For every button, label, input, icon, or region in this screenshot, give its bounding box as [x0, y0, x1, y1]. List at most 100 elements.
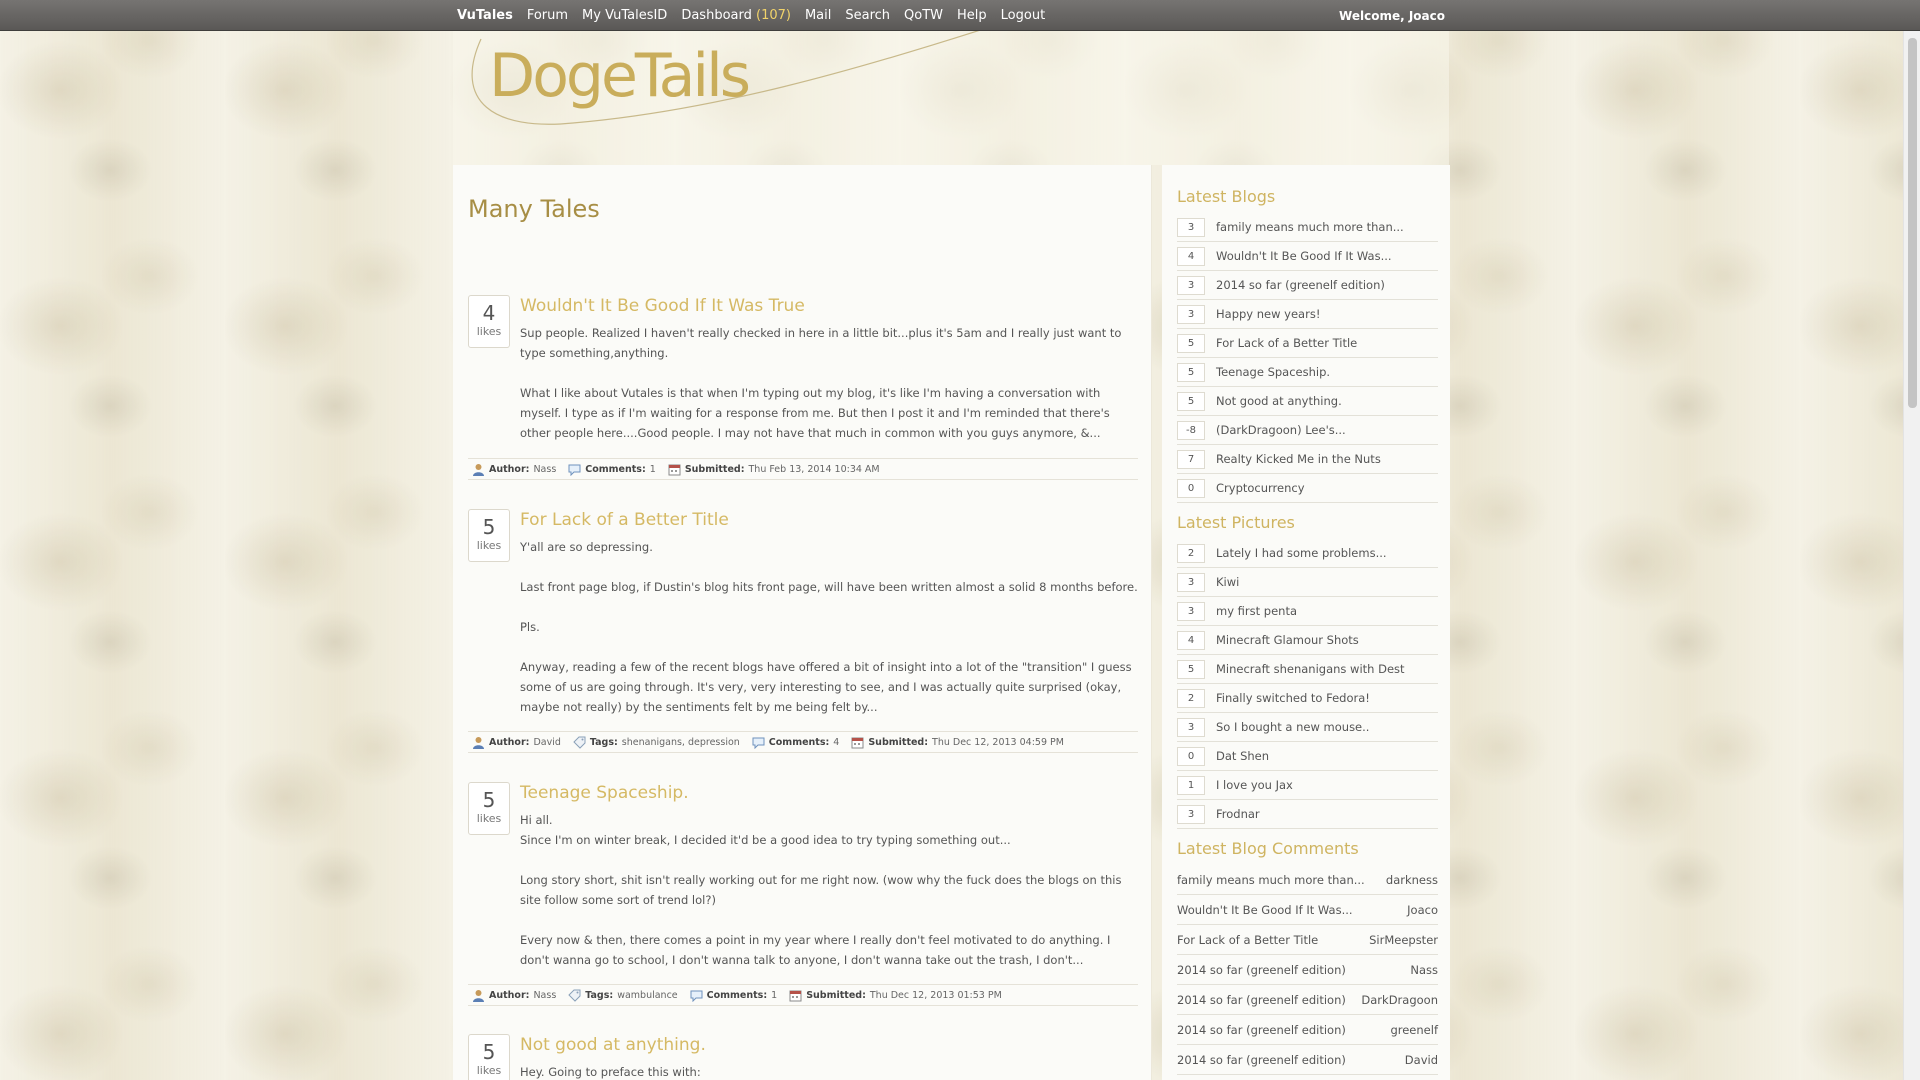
list-item-title[interactable]: Not good at anything. — [1216, 394, 1342, 408]
comment-user[interactable]: DarkDragoon — [1361, 993, 1438, 1007]
list-item[interactable]: 0 Cryptocurrency — [1177, 474, 1438, 503]
list-item-title[interactable]: Happy new years! — [1216, 307, 1320, 321]
list-item-title[interactable]: Frodnar — [1216, 807, 1260, 821]
post-title-link[interactable]: Wouldn't It Be Good If It Was True — [520, 295, 1138, 317]
meta-comments-count[interactable]: 1 — [771, 990, 777, 1001]
comment-row[interactable]: 2014 so far (greenelf edition) David — [1177, 1045, 1438, 1075]
nav-logout-link[interactable]: Logout — [1001, 8, 1046, 23]
list-item-title[interactable]: Cryptocurrency — [1216, 481, 1305, 495]
list-item-title[interactable]: (DarkDragoon) Lee's... — [1216, 423, 1346, 437]
meta-comments-count[interactable]: 1 — [650, 464, 656, 475]
like-counter[interactable]: 4 likes — [468, 295, 510, 348]
list-item-title[interactable]: Teenage Spaceship. — [1216, 365, 1330, 379]
meta-author-name[interactable]: Nass — [533, 464, 556, 475]
meta-comments-count[interactable]: 4 — [833, 737, 839, 748]
comment-row[interactable]: Wouldn't It Be Good If It Was... Joaco — [1177, 895, 1438, 925]
page-scrollbar[interactable] — [1903, 0, 1920, 1080]
scrollbar-thumb[interactable] — [1908, 38, 1917, 408]
like-count-badge: 5 — [1177, 362, 1205, 382]
like-counter[interactable]: 5 likes — [468, 1034, 510, 1080]
list-item[interactable]: -8 (DarkDragoon) Lee's... — [1177, 416, 1438, 445]
list-item-title[interactable]: my first penta — [1216, 604, 1297, 618]
list-item-title[interactable]: Finally switched to Fedora! — [1216, 691, 1370, 705]
meta-tags: Tags: shenanigans, depression — [573, 736, 740, 749]
comment-blog-title[interactable]: 2014 so far (greenelf edition) — [1177, 963, 1346, 977]
list-item[interactable]: 0 Dat Shen — [1177, 742, 1438, 771]
comment-blog-title[interactable]: 2014 so far (greenelf edition) — [1177, 1053, 1346, 1067]
comment-row[interactable]: 2014 so far (greenelf edition) greenelf — [1177, 1015, 1438, 1045]
meta-tags-list[interactable]: wambulance — [617, 990, 677, 1001]
list-item[interactable]: 2 Lately I had some problems... — [1177, 539, 1438, 568]
list-item-title[interactable]: So I bought a new mouse.. — [1216, 720, 1369, 734]
list-item-title[interactable]: Kiwi — [1216, 575, 1239, 589]
list-item[interactable]: 3 my first penta — [1177, 597, 1438, 626]
comment-user[interactable]: SirMeepster — [1369, 933, 1438, 947]
list-item[interactable]: 7 Realty Kicked Me in the Nuts — [1177, 445, 1438, 474]
post-title-link[interactable]: For Lack of a Better Title — [520, 509, 1138, 531]
list-item-title[interactable]: Lately I had some problems... — [1216, 546, 1387, 560]
comment-user[interactable]: Joaco — [1407, 903, 1438, 917]
comment-row[interactable]: 2014 so far (greenelf edition) Nass — [1177, 955, 1438, 985]
list-item[interactable]: 3 Kiwi — [1177, 568, 1438, 597]
meta-author-name[interactable]: David — [533, 737, 560, 748]
comment-row[interactable]: 2014 so far (greenelf edition) DarkDragoo… — [1177, 985, 1438, 1015]
post-title-link[interactable]: Teenage Spaceship. — [520, 782, 1138, 804]
list-item-title[interactable]: Wouldn't It Be Good If It Was... — [1216, 249, 1392, 263]
comment-user[interactable]: darkness — [1386, 873, 1438, 887]
nav-dashboard-label: Dashboard — [681, 8, 752, 23]
list-item[interactable]: 5 Minecraft shenanigans with Dest — [1177, 655, 1438, 684]
list-item-title[interactable]: 2014 so far (greenelf edition) — [1216, 278, 1385, 292]
nav-forum-link[interactable]: Forum — [527, 8, 568, 23]
nav-brand-link[interactable]: VuTales — [457, 8, 513, 23]
meta-comments-label: Comments: — [585, 463, 646, 475]
list-item[interactable]: 3 So I bought a new mouse.. — [1177, 713, 1438, 742]
comment-blog-title[interactable]: family means much more than... — [1177, 873, 1365, 887]
tag-icon — [568, 989, 581, 1002]
like-counter[interactable]: 5 likes — [468, 509, 510, 562]
top-navigation-inner: VuTales Forum My VuTalesID Dashboard (10… — [457, 0, 1445, 31]
site-logo[interactable]: DogeTails — [489, 41, 751, 111]
list-item[interactable]: 2 Finally switched to Fedora! — [1177, 684, 1438, 713]
list-item[interactable]: 3 2014 so far (greenelf edition) — [1177, 271, 1438, 300]
comment-blog-title[interactable]: For Lack of a Better Title — [1177, 933, 1318, 947]
meta-comments: Comments: 4 — [752, 736, 839, 749]
comment-blog-title[interactable]: 2014 so far (greenelf edition) — [1177, 993, 1346, 1007]
nav-vutalesid-link[interactable]: My VuTalesID — [582, 8, 667, 23]
nav-mail-link[interactable]: Mail — [805, 8, 831, 23]
nav-help-link[interactable]: Help — [957, 8, 987, 23]
comment-row[interactable]: For Lack of a Better Title SirMeepster — [1177, 925, 1438, 955]
meta-author-name[interactable]: Nass — [533, 990, 556, 1001]
list-item-title[interactable]: Dat Shen — [1216, 749, 1269, 763]
nav-search-link[interactable]: Search — [845, 8, 890, 23]
post-paragraph: Sup people. Realized I haven't really ch… — [520, 326, 1122, 360]
list-item-title[interactable]: For Lack of a Better Title — [1216, 336, 1357, 350]
like-count-badge: 5 — [1177, 333, 1205, 353]
like-counter[interactable]: 5 likes — [468, 782, 510, 835]
comment-blog-title[interactable]: 2014 so far (greenelf edition) — [1177, 1023, 1346, 1037]
list-item[interactable]: 3 Happy new years! — [1177, 300, 1438, 329]
list-item-title[interactable]: family means much more than... — [1216, 220, 1404, 234]
comment-user[interactable]: greenelf — [1390, 1023, 1438, 1037]
list-item-title[interactable]: Realty Kicked Me in the Nuts — [1216, 452, 1381, 466]
comment-row[interactable]: family means much more than... darkness — [1177, 865, 1438, 895]
meta-tags-list[interactable]: shenanigans, depression — [622, 737, 740, 748]
list-item-title[interactable]: I love you Jax — [1216, 778, 1293, 792]
list-item[interactable]: 5 Not good at anything. — [1177, 387, 1438, 416]
post-excerpt: Y'all are so depressing. Last front page… — [520, 537, 1138, 717]
meta-submitted-label: Submitted: — [684, 463, 745, 475]
comment-user[interactable]: David — [1405, 1053, 1438, 1067]
list-item[interactable]: 1 I love you Jax — [1177, 771, 1438, 800]
nav-qotw-link[interactable]: QoTW — [904, 8, 943, 23]
list-item[interactable]: 5 For Lack of a Better Title — [1177, 329, 1438, 358]
list-item[interactable]: 4 Wouldn't It Be Good If It Was... — [1177, 242, 1438, 271]
list-item[interactable]: 5 Teenage Spaceship. — [1177, 358, 1438, 387]
comment-blog-title[interactable]: Wouldn't It Be Good If It Was... — [1177, 903, 1353, 917]
post-title-link[interactable]: Not good at anything. — [520, 1034, 1138, 1056]
list-item[interactable]: 3 family means much more than... — [1177, 213, 1438, 242]
list-item-title[interactable]: Minecraft Glamour Shots — [1216, 633, 1359, 647]
list-item[interactable]: 3 Frodnar — [1177, 800, 1438, 829]
list-item-title[interactable]: Minecraft shenanigans with Dest — [1216, 662, 1405, 676]
nav-dashboard-link[interactable]: Dashboard (107) — [681, 8, 791, 23]
list-item[interactable]: 4 Minecraft Glamour Shots — [1177, 626, 1438, 655]
comment-user[interactable]: Nass — [1410, 963, 1438, 977]
